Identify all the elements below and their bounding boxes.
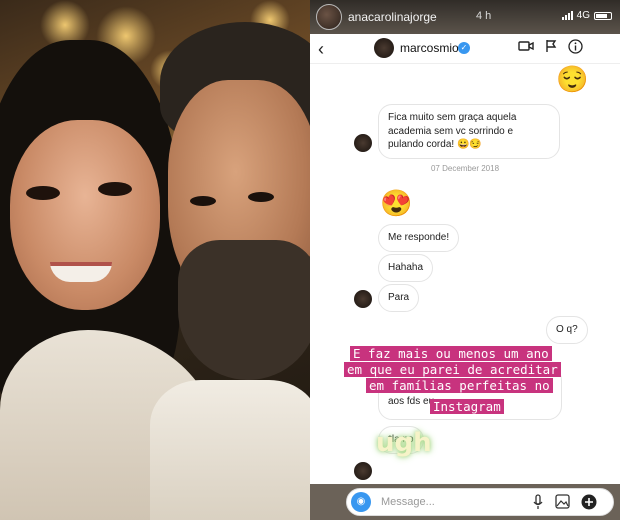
- date-separator: 07 December 2018: [430, 164, 500, 173]
- back-arrow-icon[interactable]: ‹: [318, 39, 324, 60]
- add-icon[interactable]: [581, 494, 597, 513]
- emoji-message-contact: 😍: [380, 188, 413, 218]
- overlay-text-line: E faz mais ou menos um ano: [350, 346, 552, 361]
- couple-photo: [0, 0, 310, 520]
- emoji-message-me: 😌: [556, 64, 589, 94]
- message-bubble-me[interactable]: O q?: [546, 316, 588, 344]
- info-icon[interactable]: [568, 39, 583, 57]
- contact-avatar-small: [354, 134, 372, 152]
- story-header: anacarolinajorge 4 h 4G: [310, 0, 620, 34]
- message-bubble[interactable]: Para: [378, 284, 420, 312]
- microphone-icon[interactable]: [533, 494, 543, 513]
- verified-badge-icon: ✓: [458, 42, 470, 54]
- man-shirt: [150, 380, 310, 520]
- story-time: 4 h: [476, 10, 492, 22]
- woman-eye: [26, 186, 60, 200]
- overlay-text-line: em que eu parei de acreditar: [344, 362, 561, 377]
- contact-avatar-small: [354, 290, 372, 308]
- chat-header: ‹ marcosmion ✓: [310, 34, 620, 64]
- woman-eye: [98, 182, 132, 196]
- story-username[interactable]: anacarolinajorge: [348, 10, 437, 24]
- overlay-text-line: Instagram: [430, 399, 504, 414]
- man-beard: [178, 240, 310, 380]
- story-panel: anacarolinajorge 4 h 4G ‹ marcosmion ✓ 😌…: [310, 0, 620, 520]
- man-eye: [248, 192, 274, 202]
- status-bar: 4G: [561, 10, 612, 21]
- message-composer[interactable]: ◉ Message...: [346, 488, 614, 516]
- chat-thread: 😌 Fica muito sem graça aquela academia s…: [310, 64, 620, 484]
- signal-icon: [561, 11, 573, 20]
- video-call-icon[interactable]: [518, 39, 534, 56]
- camera-icon[interactable]: ◉: [351, 492, 371, 512]
- message-bubble[interactable]: Hahaha: [378, 254, 434, 282]
- ugh-sticker: ugh: [376, 428, 432, 458]
- overlay-text-line: em famílias perfeitas no: [366, 378, 553, 393]
- man-eye: [190, 196, 216, 206]
- message-text: aos fds eu: [388, 396, 435, 407]
- gallery-icon[interactable]: [555, 494, 570, 512]
- battery-icon: [594, 11, 612, 20]
- message-input[interactable]: Message...: [381, 496, 435, 508]
- story-avatar[interactable]: [316, 4, 342, 30]
- network-label: 4G: [576, 10, 590, 21]
- contact-avatar[interactable]: [374, 38, 394, 58]
- message-bubble[interactable]: Fica muito sem graça aquela academia sem…: [378, 104, 560, 159]
- message-bubble[interactable]: Me responde!: [378, 224, 460, 252]
- contact-name[interactable]: marcosmion: [400, 41, 465, 55]
- flag-icon[interactable]: [545, 39, 557, 56]
- contact-avatar-small: [354, 462, 372, 480]
- collage: anacarolinajorge 4 h 4G ‹ marcosmion ✓ 😌…: [0, 0, 620, 520]
